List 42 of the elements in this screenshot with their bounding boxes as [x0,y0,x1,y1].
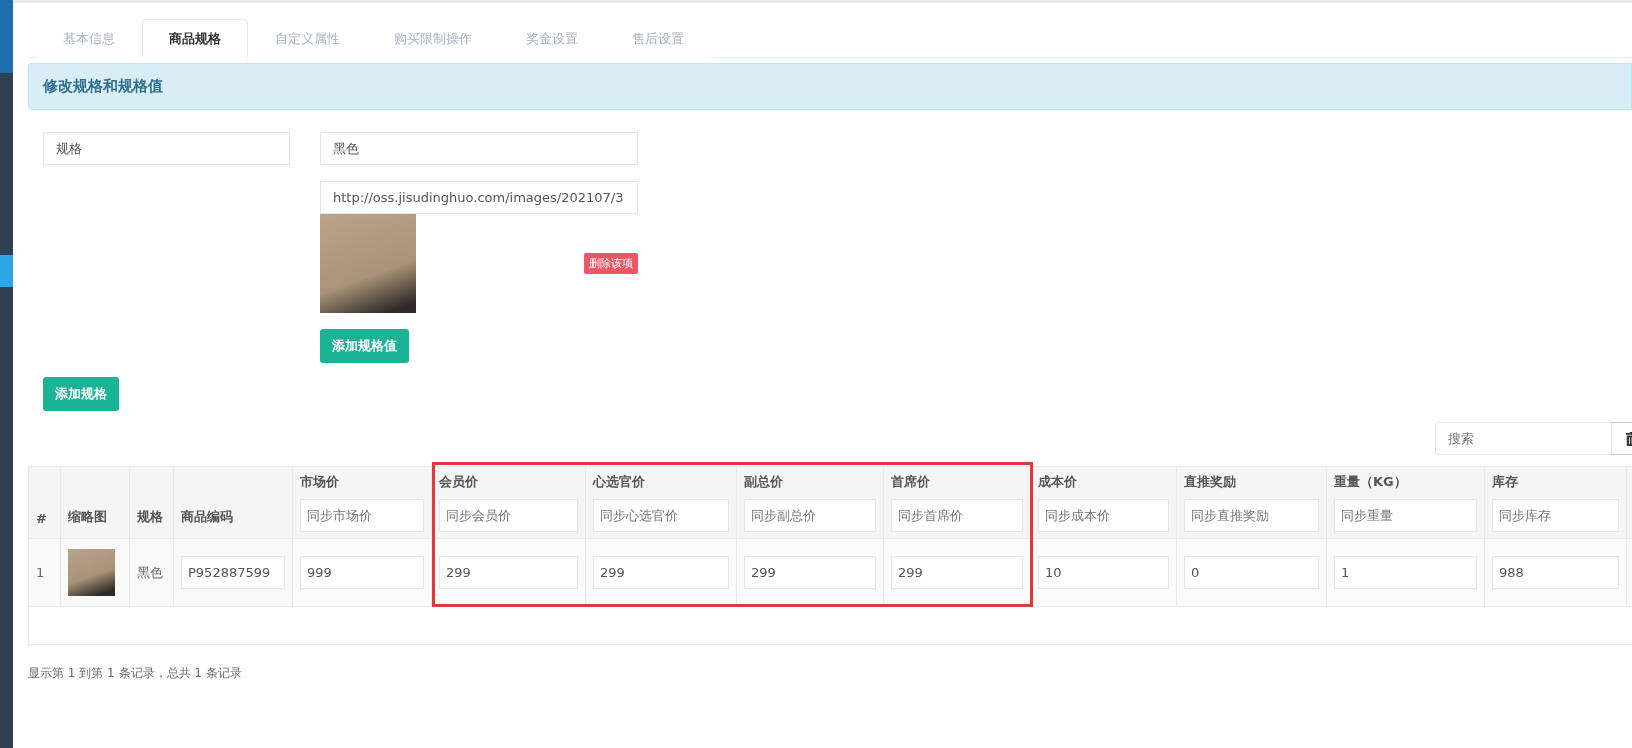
panel-heading: 修改规格和规格值 [28,63,1632,110]
pagination-info: 显示第 1 到第 1 条记录，总共 1 条记录 [28,665,243,682]
price-field[interactable]: 10 [1038,556,1169,589]
sync-field[interactable]: 同步成本价 [1038,499,1169,532]
sync-field[interactable]: 同步心选官价 [593,499,729,532]
price-field[interactable]: 0 [1184,556,1319,589]
spec-text: 黑色 [137,564,163,580]
price-field[interactable]: 299 [593,556,729,589]
thumbnail-placeholder [68,549,115,596]
tab[interactable]: 商品规格 [142,19,248,58]
row-number: 1 [36,565,45,580]
column-label: 成本价 [1038,473,1078,491]
image-url-field[interactable]: http://oss.jisudinghuo.com/images/202107/3 [320,181,638,214]
column-label: 重量（KG） [1334,473,1408,491]
column-label: 会员价 [439,473,479,491]
price-field[interactable]: 299 [744,556,876,589]
sync-field[interactable]: 同步重量 [1334,499,1477,532]
column-label: 心选官价 [593,473,646,491]
price-field[interactable]: 299 [439,556,578,589]
sync-field[interactable]: 同步市场价 [300,499,424,532]
column-label: 商品编码 [181,508,234,526]
column-label: 副总价 [744,473,784,491]
sync-field[interactable]: 同步首席价 [891,499,1023,532]
price-field[interactable]: 988 [1492,556,1619,589]
spec-value-field[interactable]: 黑色 [320,132,638,165]
sync-field[interactable]: 同步副总价 [744,499,876,532]
price-field[interactable]: 1 [1334,556,1477,589]
search-field[interactable]: 搜索 [1435,422,1612,455]
sync-field[interactable]: 同步会员价 [439,499,578,532]
sync-field[interactable]: 同步库存 [1492,499,1619,532]
column-label: 缩略图 [68,508,108,526]
code-field[interactable]: P952887599 [181,556,285,589]
spec-name-field[interactable]: 规格 [43,132,290,165]
column-label: 直推奖励 [1184,473,1237,491]
column-label: 库存 [1492,473,1519,491]
price-field[interactable]: 999 [300,556,424,589]
price-field[interactable]: 299 [891,556,1023,589]
column-label: # [36,511,48,526]
column-label: 首席价 [891,473,931,491]
column-label: 市场价 [300,473,340,491]
sync-field[interactable]: 同步直推奖励 [1184,499,1319,532]
column-label: 规格 [137,508,164,526]
